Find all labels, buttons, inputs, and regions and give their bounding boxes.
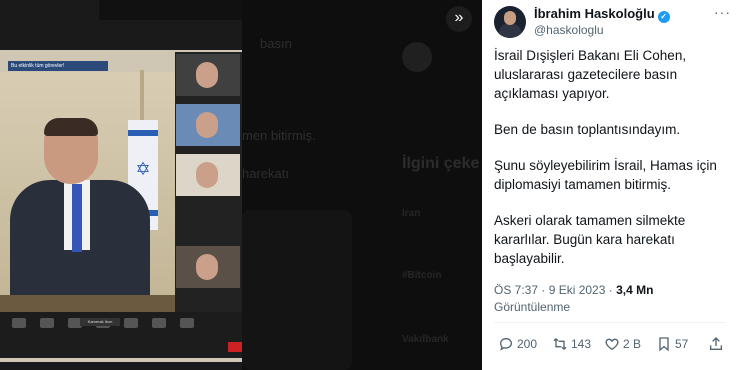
tweet-meta: ÖS 7:37 · 9 Eki 2023 · 3,4 Mn: [494, 283, 653, 297]
views-label: Görüntülenme: [494, 300, 571, 314]
tweet-panel: İbrahim Haskoloğlu ✓ @haskologlu ··· İsra…: [482, 0, 736, 370]
reply-icon: [499, 337, 513, 351]
ghost-text: harekatı: [242, 166, 289, 181]
retweet-icon: [553, 338, 567, 350]
verified-badge-icon: ✓: [657, 11, 670, 23]
bookmark-count: 57: [675, 337, 689, 351]
tweet-paragraph: Şunu söyleyebilirim İsrail, Hamas için d…: [494, 158, 717, 192]
bookmark-icon: [659, 337, 669, 352]
mic-icon: [12, 318, 26, 328]
ghost-text: basın: [260, 36, 292, 51]
tweet-paragraph: Ben de basın toplantısındayım.: [494, 122, 681, 137]
participant-tile: [176, 104, 240, 146]
like-button[interactable]: 2 B: [604, 336, 641, 352]
share-icon: [124, 318, 138, 328]
ghost-card: [242, 210, 352, 370]
zoom-topbar: Bu etkinlik tüm görevler!: [8, 61, 108, 71]
bookmark-button[interactable]: 57: [656, 336, 688, 352]
share-icon: [710, 337, 722, 350]
speaker-figure: [10, 118, 150, 310]
leave-button-icon: [228, 342, 242, 352]
like-count: 2 B: [623, 337, 642, 351]
ghost-trend: #Bitcoin: [402, 270, 442, 281]
author-name-row[interactable]: İbrahim Haskoloğlu ✓: [534, 6, 670, 23]
divider: [494, 322, 726, 323]
camera-icon: [40, 318, 54, 328]
tweet-photo[interactable]: Bu etkinlik tüm görevler! ✡ Kameralı İko…: [0, 0, 242, 370]
ghost-text: men bitirmiş.: [242, 128, 316, 143]
timestamp[interactable]: ÖS 7:37 · 9 Eki 2023 ·: [494, 283, 616, 297]
tweet-paragraph: İsrail Dışişleri Bakanı Eli Cohen, ulusl…: [494, 48, 687, 101]
heart-icon: [605, 338, 619, 351]
ghost-sidebar-title: İlgini çeke: [402, 155, 480, 172]
participant-tile: [176, 154, 240, 196]
retweet-button[interactable]: 143: [552, 336, 591, 352]
author-name[interactable]: İbrahim Haskoloğlu: [534, 6, 655, 21]
ghost-trend: Vakıfbank: [402, 334, 449, 345]
more-options-icon[interactable]: ···: [714, 4, 731, 20]
participant-tile: [176, 54, 240, 96]
reactions-icon: [180, 318, 194, 328]
views-count: 3,4 Mn: [616, 283, 654, 297]
ghost-avatar: [402, 42, 432, 72]
tweet-paragraph: Askeri olarak tamamen silmekte kararlıla…: [494, 213, 686, 266]
photo-dark-edge: [99, 0, 242, 20]
collapse-replies-button[interactable]: »: [446, 6, 472, 32]
avatar[interactable]: [494, 6, 526, 38]
zoom-toolbar: [0, 312, 242, 358]
author-handle[interactable]: @haskologlu: [534, 23, 604, 37]
record-icon: [152, 318, 166, 328]
zoom-topbar-text: Bu etkinlik tüm görevler!: [11, 63, 65, 69]
participant-tile: [176, 246, 240, 288]
tweet-text: İsrail Dışişleri Bakanı Eli Cohen, ulusl…: [494, 46, 730, 285]
reply-count: 200: [517, 337, 538, 351]
speaker-name-tag: Kameralı İkon: [80, 318, 120, 326]
chevron-double-right-icon: »: [454, 9, 464, 26]
dimmed-background-page: basın men bitirmiş. harekatı İlgini çeke…: [242, 0, 482, 370]
share-button[interactable]: [708, 336, 727, 352]
reply-button[interactable]: 200: [498, 336, 537, 352]
ghost-trend: Iran: [402, 208, 421, 219]
retweet-count: 143: [571, 337, 592, 351]
